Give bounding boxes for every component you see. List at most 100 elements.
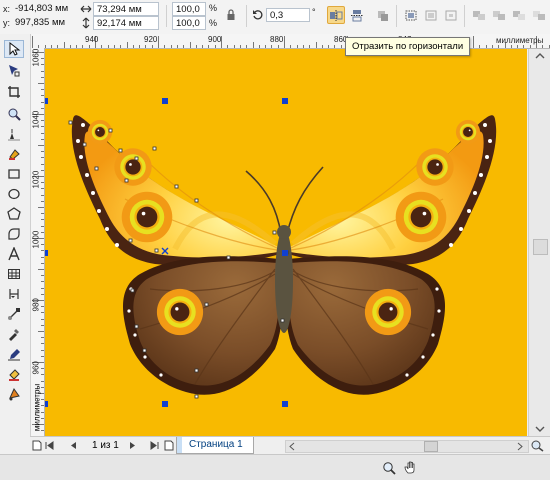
ruler-tick: [38, 331, 44, 332]
degree-label: °: [312, 7, 316, 17]
next-page-button[interactable]: [128, 440, 138, 451]
ruler-tick: [41, 132, 44, 134]
width-field[interactable]: 73,294 мм: [93, 2, 159, 16]
height-icon: [80, 17, 92, 32]
butterfly-illustration[interactable]: [45, 49, 527, 436]
vertical-ruler[interactable]: 1060 1040 1020 1000 980 960 миллиметры: [30, 48, 45, 436]
eyedropper-tool-button[interactable]: [4, 326, 24, 344]
mirror-horizontal-button[interactable]: [327, 6, 345, 24]
zoom-tool-button[interactable]: [4, 106, 24, 124]
rotate-icon: [252, 9, 264, 24]
convert-to-curves-button[interactable]: [374, 6, 392, 24]
ruler-tick: [252, 42, 254, 48]
ruler-tick: [50, 45, 52, 48]
ruler-tick: [57, 45, 59, 48]
ruler-tick: [491, 45, 493, 48]
width-icon: [80, 3, 92, 18]
navigator-zoom-icon[interactable]: [530, 439, 544, 455]
pan-hand-icon[interactable]: [404, 460, 418, 478]
ruler-tick: [38, 145, 44, 146]
previous-page-button[interactable]: [68, 440, 78, 451]
interactive-fill-icon: [4, 387, 24, 401]
lock-ratio-button[interactable]: [222, 6, 240, 24]
ruler-tick: [498, 45, 500, 48]
ruler-tick: [176, 45, 178, 48]
ruler-tick: [41, 374, 44, 376]
y-position-field[interactable]: 997,835 мм: [12, 16, 74, 30]
polygon-tool-button[interactable]: [4, 206, 24, 224]
connector-tool-button[interactable]: [4, 306, 24, 324]
vertical-scrollbar[interactable]: [528, 49, 550, 436]
separator: [246, 5, 247, 27]
ruler-tick: [328, 45, 330, 48]
ungroup-all-button[interactable]: [442, 6, 460, 24]
scroll-left-arrow[interactable]: [288, 442, 296, 454]
ellipse-tool-button[interactable]: [4, 186, 24, 204]
crop-tool-button[interactable]: [4, 84, 24, 102]
toolbox: [0, 34, 31, 436]
rectangle-tool-button[interactable]: [4, 166, 24, 184]
ruler-tick: [523, 45, 525, 48]
basic-shapes-button[interactable]: [4, 226, 24, 244]
ruler-tick: [41, 250, 44, 252]
horizontal-scrollbar[interactable]: [285, 440, 529, 453]
mirror-vertical-button[interactable]: [348, 6, 366, 24]
scale-y-field[interactable]: 100,0: [172, 16, 206, 30]
ruler-tick: [38, 207, 44, 208]
combine-button[interactable]: [470, 6, 488, 24]
shape-tool-button[interactable]: [4, 62, 24, 80]
height-field[interactable]: 92,174 мм: [93, 16, 159, 30]
ruler-tick: [38, 83, 44, 84]
scroll-right-arrow[interactable]: [516, 442, 524, 454]
shape-tool-icon: [4, 63, 24, 77]
pick-tool-button[interactable]: [4, 40, 24, 58]
text-tool-button[interactable]: [4, 246, 24, 264]
page-counter: 1 из 1: [92, 440, 119, 451]
scale-x-field[interactable]: 100,0: [172, 2, 206, 16]
page-navigator: 1 из 1 Страница 1: [30, 436, 550, 455]
freehand-tool-button[interactable]: [4, 126, 24, 144]
ruler-label: 880: [270, 35, 284, 44]
freehand-tool-icon: [4, 127, 24, 141]
dimension-tool-button[interactable]: [4, 286, 24, 304]
ruler-tick: [101, 45, 103, 48]
scroll-thumb[interactable]: [533, 239, 548, 255]
ungroup-button[interactable]: [422, 6, 440, 24]
last-page-button[interactable]: [150, 440, 160, 451]
x-position-field[interactable]: -914,803 мм: [12, 2, 74, 16]
rotation-field[interactable]: 0,3: [266, 8, 310, 22]
drawing-canvas[interactable]: [45, 49, 527, 436]
trim-button[interactable]: [510, 6, 528, 24]
ruler-tick: [41, 324, 44, 326]
smart-fill-button[interactable]: [4, 146, 24, 164]
interactive-fill-button[interactable]: [4, 386, 24, 404]
table-tool-button[interactable]: [4, 266, 24, 284]
page-tab[interactable]: Страница 1: [176, 437, 254, 454]
scroll-down-arrow[interactable]: [534, 424, 546, 434]
horizontal-ruler[interactable]: 940 920 900 880 860 840 миллиметры: [30, 34, 550, 49]
ruler-tick: [542, 45, 544, 48]
ruler-label: 940: [85, 35, 99, 44]
rectangle-tool-icon: [4, 167, 24, 181]
add-page-after-icon[interactable]: [164, 440, 174, 451]
fill-tool-button[interactable]: [4, 366, 24, 384]
left-upper-wing: [72, 115, 280, 266]
butterfly-body: [275, 229, 293, 333]
scroll-up-arrow[interactable]: [534, 51, 546, 61]
fill-tool-icon: [4, 367, 24, 381]
ruler-tick: [517, 45, 519, 48]
weld-button[interactable]: [490, 6, 508, 24]
add-page-icon[interactable]: [32, 440, 42, 451]
first-page-button[interactable]: [44, 440, 54, 451]
ruler-tick: [340, 45, 342, 48]
outline-pen-button[interactable]: [4, 346, 24, 364]
smart-fill-icon: [4, 147, 24, 161]
pick-tool-icon: [5, 42, 23, 56]
ruler-tick: [170, 45, 172, 48]
ruler-tick: [41, 126, 44, 128]
horizontal-scroll-thumb[interactable]: [424, 441, 438, 452]
ruler-tick: [41, 343, 44, 345]
zoom-icon[interactable]: [382, 461, 396, 478]
group-button[interactable]: [402, 6, 420, 24]
intersect-button[interactable]: [530, 6, 548, 24]
